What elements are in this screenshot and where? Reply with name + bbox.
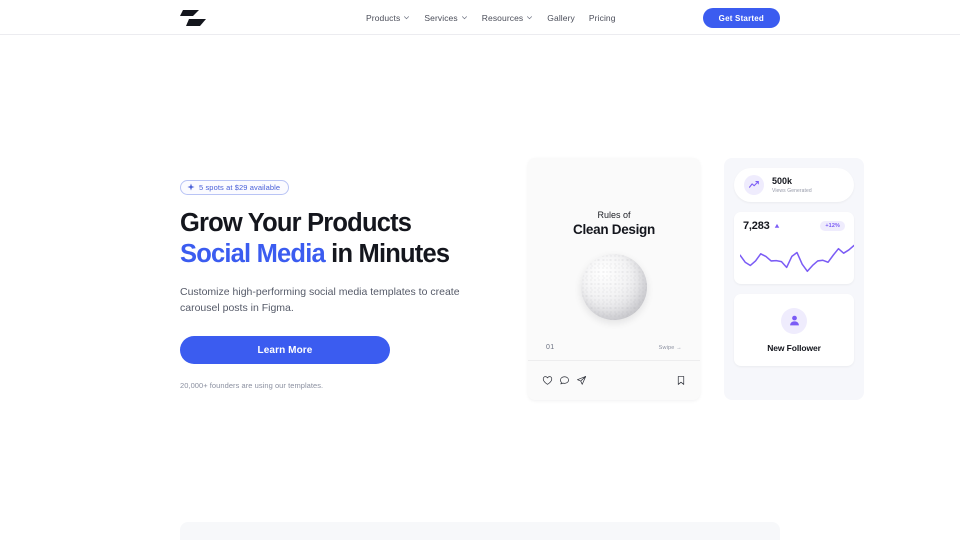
headline-line-1: Grow Your Products (180, 209, 412, 237)
nav-item-services[interactable]: Services (424, 13, 467, 23)
chart-value: 7,283 (743, 220, 770, 232)
send-icon[interactable] (576, 375, 587, 386)
promo-badge-label: 5 spots at $29 available (199, 182, 281, 192)
bookmark-icon[interactable] (676, 375, 686, 386)
chevron-down-icon (461, 16, 467, 20)
carousel-preview-card[interactable]: Rules of Clean Design 01 Swipe → (528, 158, 700, 400)
trend-line-glyph (748, 180, 759, 188)
social-action-row (528, 370, 700, 390)
views-stat-text: 500k Views Generated (772, 176, 812, 195)
nav-label-gallery: Gallery (547, 12, 575, 23)
promo-badge[interactable]: 5 spots at $29 available (180, 179, 290, 195)
main-nav: Products Services Resources Gallery Pric… (366, 0, 616, 35)
landing-page: Products Services Resources Gallery Pric… (0, 0, 960, 540)
chevron-down-icon (404, 16, 410, 20)
chevron-down-icon (527, 16, 533, 20)
hero-subcopy: Customize high-performing social media t… (180, 286, 460, 314)
learn-more-button[interactable]: Learn More (180, 336, 390, 364)
nav-item-gallery[interactable]: Gallery (547, 13, 575, 23)
chart-value-wrap: 7,283 (743, 220, 780, 232)
carousel-card-inner: Rules of Clean Design 01 Swipe → (528, 158, 700, 400)
avatar (781, 307, 807, 334)
engagement-chart-card[interactable]: 7,283 +12% (734, 212, 854, 284)
new-follower-card[interactable]: New Follower (734, 294, 854, 366)
nav-label-pricing: Pricing (588, 12, 616, 23)
new-follower-label: New Follower (767, 342, 821, 353)
carousel-kicker: Rules of (597, 210, 631, 220)
card-divider (528, 360, 700, 361)
get-started-button[interactable]: Get Started (702, 8, 780, 28)
nav-label-products: Products (366, 12, 401, 23)
nav-item-resources[interactable]: Resources (482, 13, 534, 23)
social-actions-left (542, 375, 587, 386)
views-label: Views Generated (772, 187, 812, 194)
trend-up-arrow-icon (774, 223, 779, 228)
sphere-graphic (581, 254, 647, 320)
nav-label-resources: Resources (481, 12, 524, 23)
engagement-sparkline (740, 244, 854, 273)
brand-logo-icon (180, 10, 206, 26)
hero-content: 5 spots at $29 available Grow Your Produ… (180, 178, 500, 390)
page-title: Grow Your Products Social Media in Minut… (180, 208, 500, 270)
carousel-title: Clean Design (573, 222, 655, 237)
sphere-texture (581, 254, 647, 320)
heart-icon[interactable] (542, 375, 553, 386)
nav-label-services: Services (424, 12, 458, 23)
brand-logo[interactable] (180, 8, 208, 28)
views-stat-card[interactable]: 500k Views Generated (734, 168, 854, 202)
carousel-meta-row: 01 Swipe → (528, 344, 700, 351)
nav-item-pricing[interactable]: Pricing (589, 13, 616, 23)
slide-number: 01 (546, 344, 555, 351)
swipe-hint: Swipe → (658, 344, 682, 351)
comment-icon[interactable] (559, 375, 570, 386)
headline-accent: Social Media (180, 240, 326, 268)
chart-header: 7,283 +12% (743, 220, 845, 232)
headline-line-2-rest: in Minutes (324, 240, 450, 268)
social-proof-text: 20,000+ founders are using our templates… (180, 381, 324, 390)
site-header: Products Services Resources Gallery Pric… (0, 0, 960, 35)
trend-line-icon (744, 175, 764, 195)
chart-delta-badge: +12% (820, 221, 845, 231)
user-icon (789, 315, 799, 326)
next-section-panel (180, 522, 780, 540)
views-value: 500k (772, 175, 793, 186)
nav-item-products[interactable]: Products (366, 13, 410, 23)
sparkle-icon (187, 183, 195, 191)
stats-panel: 500k Views Generated 7,283 +12% New Foll… (724, 158, 864, 400)
